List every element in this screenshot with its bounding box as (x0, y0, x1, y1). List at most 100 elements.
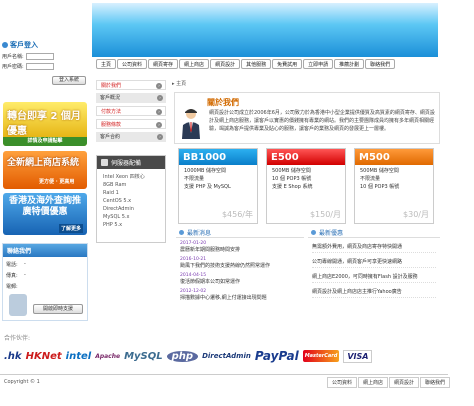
server-spec-item: MySQL 5.x (103, 214, 130, 220)
contact-fax-row: 傳真: - (6, 272, 84, 279)
promo-banner-overseas[interactable]: 香港及海外查詢推廣特價優惠 了解更多 (3, 193, 87, 235)
password-input[interactable] (26, 63, 54, 70)
servers-box: 伺服器配備 Intel Xeon 四核心 8GB Ram Raid 1 Cent… (96, 155, 166, 243)
footer-links: 公司資料 網上商店 網頁設計 聯絡我們 (326, 377, 451, 388)
promo-overseas-link[interactable]: 了解更多 (58, 224, 83, 233)
news-item[interactable]: 2012-12-02 掃描數據中心遷移,網上付運接出現問題 (180, 288, 300, 302)
chevron-right-icon: › (156, 83, 162, 89)
email-label: 電郵: (6, 284, 18, 290)
offer-item[interactable]: 無需額外費用，網頁及商店寄存特快開通 (312, 242, 436, 253)
server-spec-item: DirectAdmin (103, 206, 134, 212)
mysql-logo: MySQL (124, 350, 163, 362)
contact-title: 聯絡我們 (3, 244, 87, 257)
news-date: 2016-10-21 (180, 257, 207, 262)
latest-offers: 最新優惠 無需額外費用，網頁及商店寄存特快開通 公司專線開通，網頁客戶可享更快速… (308, 227, 440, 315)
server-spec-item: Intel Xeon 四核心 (103, 174, 145, 180)
plan-card-m500[interactable]: M500 500MB 儲存空間 不限流量 10 個 POP3 帳號 $30/月 (354, 148, 434, 224)
side-item-clients[interactable]: 客戶概況 › (96, 93, 166, 103)
side-item-terms[interactable]: 服務條款 › (96, 119, 166, 129)
plan-features: 500MB 儲存空間 不限流量 10 個 POP3 帳號 (360, 168, 400, 190)
phone-label: 電話: (6, 262, 18, 268)
offer-item[interactable]: 公司專線開通，網頁客戶可享更快速網路 (312, 257, 436, 268)
footer-link-company[interactable]: 公司資料 (327, 377, 358, 388)
promo-overseas-text: 香港及海外查詢推廣特價優惠 (8, 196, 81, 217)
news-item[interactable]: 2014-04-15 復活節假期本公司如常運作 (180, 272, 300, 286)
login-title: 客戶登入 (2, 40, 88, 50)
promo-transfer-text: 轉台即享 2 個月優惠 (7, 111, 81, 137)
live-support-button[interactable]: 開啟即時支援 (33, 304, 83, 314)
side-item-contract[interactable]: 客戶合約 › (96, 132, 166, 142)
footer-link-webdesign[interactable]: 網頁設計 (389, 377, 420, 388)
apache-logo: Apache (95, 352, 121, 360)
server-spec-item: PHP 5.x (103, 222, 123, 228)
nav-item-home[interactable]: 主頁 (96, 59, 117, 69)
plan-features: 500MB 儲存空間 10 個 POP3 帳號 支援 E Shop 系統 (272, 168, 313, 190)
username-row: 用戶名稱: (2, 53, 88, 60)
chevron-right-icon: › (157, 95, 163, 101)
nav-item-referral[interactable]: 推薦計劃 (334, 59, 365, 69)
intel-logo: intel (65, 350, 92, 362)
news-item[interactable]: 2016-10-21 颱風下我們的技術支援熱線仍然照常運作 (180, 256, 300, 270)
nav-item-hosting[interactable]: 網頁寄存 (148, 59, 179, 69)
latest-news: 最新消息 2017-01-20 農曆新年期間服務時間安排 2016-10-21 … (176, 227, 304, 315)
phone-value: - (24, 261, 26, 267)
nav-item-contact[interactable]: 聯絡我們 (365, 59, 396, 69)
plan-card-e500[interactable]: E500 500MB 儲存空間 10 個 POP3 帳號 支援 E Shop 系… (266, 148, 346, 224)
visa-logo: VISA (343, 349, 373, 363)
offer-item[interactable]: 網上商店E2000，可同時擁有Flash 設計及服務 (312, 272, 436, 283)
nav-item-apply[interactable]: 立即申請 (303, 59, 334, 69)
support-agent-icon (9, 294, 27, 316)
side-menu: 關於我們 › 客戶概況 › 付款方法 › 服務條款 › 客戶合約 › (96, 80, 166, 145)
promo-banner-transfer[interactable]: 轉台即享 2 個月優惠 詳情及申請點擊 (3, 102, 87, 146)
chevron-right-icon: › (157, 134, 163, 140)
side-item-payment[interactable]: 付款方法 › (96, 106, 166, 116)
nav-item-eshop[interactable]: 網上商店 (179, 59, 210, 69)
php-logo: php (166, 350, 199, 362)
side-item-about[interactable]: 關於我們 › (96, 80, 166, 90)
footer-link-eshop[interactable]: 網上商店 (358, 377, 389, 388)
top-left-logo-area (0, 0, 90, 36)
partners-title: 合作伙伴: (4, 335, 31, 342)
chevron-right-icon: › (156, 122, 162, 128)
login-box: 客戶登入 用戶名稱: 用戶密碼: 登入系統 (2, 40, 88, 92)
breadcrumb: ▸ 主頁 (172, 81, 187, 87)
plan-name: BB1000 (179, 149, 257, 165)
fax-label: 傳真: (6, 273, 18, 279)
nav-item-company[interactable]: 公司資料 (117, 59, 148, 69)
plan-card-bb1000[interactable]: BB1000 1000MB 儲存空間 不限流量 支援 PHP 及 MySQL $… (178, 148, 258, 224)
nav-item-trial[interactable]: 免費試用 (272, 59, 303, 69)
promo-transfer-link[interactable]: 詳情及申請點擊 (3, 137, 87, 146)
plan-features: 1000MB 儲存空間 不限流量 支援 PHP 及 MySQL (184, 168, 231, 190)
password-row: 用戶密碼: (2, 63, 88, 70)
directadmin-logo: DirectAdmin (202, 352, 251, 360)
hknet-logo: HKNet (25, 350, 62, 362)
username-input[interactable] (26, 53, 54, 60)
latest-news-title: 最新消息 (176, 227, 304, 238)
plan-name: M500 (355, 149, 433, 165)
promo-banner-eshop[interactable]: 全新網上商店系統 更方便 · 更高用 (3, 151, 87, 189)
server-spec-item: CentOS 5.x (103, 198, 132, 204)
server-spec-item: 8GB Ram (103, 182, 127, 188)
about-panel: 關於我們 網頁設計公司成立於2006年6月，公司致力於為香港中小型企業提供優質及… (174, 92, 440, 144)
news-icon (179, 229, 184, 235)
news-text: 颱風下我們的技術支援熱線仍然照常運作 (180, 263, 271, 269)
username-label: 用戶名稱: (2, 54, 24, 60)
businessman-icon (182, 109, 200, 139)
offer-item[interactable]: 網頁設計及網上商店店主推行Yahoo廣告 (312, 287, 436, 298)
nav-item-other[interactable]: 其他服務 (241, 59, 272, 69)
login-button[interactable]: 登入系統 (52, 76, 86, 85)
user-icon (2, 42, 8, 48)
plan-name: E500 (267, 149, 345, 165)
about-body: 網頁設計公司成立於2006年6月，公司致力於為香港中小型企業提供優質及高質素的網… (209, 110, 435, 132)
news-item[interactable]: 2017-01-20 農曆新年期間服務時間安排 (180, 240, 300, 254)
copyright-text: Copyright © 1 (4, 379, 40, 385)
header-banner (92, 3, 438, 57)
hk-domain-logo: .hk (4, 350, 22, 362)
footer-link-contact[interactable]: 聯絡我們 (420, 377, 451, 388)
contact-email-row: 電郵: (6, 283, 84, 290)
promo-eshop-sub: 更方便 · 更高用 (39, 179, 75, 185)
servers-list: Intel Xeon 四核心 8GB Ram Raid 1 CentOS 5.x… (97, 169, 165, 234)
nav-item-webdesign[interactable]: 網頁設計 (210, 59, 241, 69)
latest-offers-title: 最新優惠 (308, 227, 440, 238)
contact-box: 聯絡我們 電話: - 傳真: - 電郵: 開啟即時支援 (2, 243, 88, 321)
